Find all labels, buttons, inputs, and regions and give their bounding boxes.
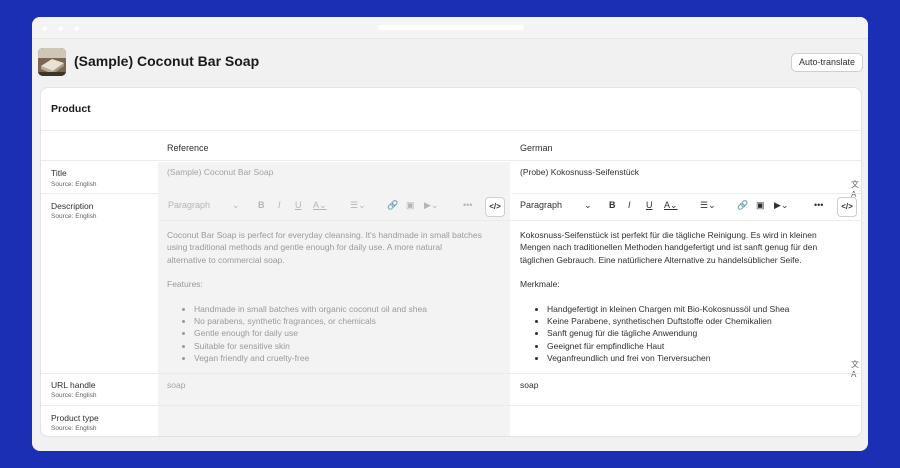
product-type-row-label: Product type xyxy=(51,413,99,423)
card-title: Product xyxy=(51,103,91,115)
description-paragraph: alternative to commercial soap. xyxy=(167,254,285,265)
divider xyxy=(41,405,861,406)
underline-icon: U xyxy=(295,200,302,210)
address-bar[interactable] xyxy=(378,25,524,30)
description-paragraph: using traditional methods and gentle eno… xyxy=(167,242,443,253)
description-row-source: Source: English xyxy=(51,213,97,220)
features-label: Features: xyxy=(167,279,203,290)
list-item[interactable]: Sanft genug für die tägliche Anwendung xyxy=(547,327,860,339)
more-icon: ••• xyxy=(463,200,473,210)
divider xyxy=(41,130,861,131)
screen-background: (Sample) Coconut Bar Soap Auto-translate… xyxy=(0,0,900,468)
reference-toolbar: Paragraph ⌄ B I U A⌄ ☰⌄ 🔗 ▣ ▶⌄ ••• </> xyxy=(158,194,510,220)
more-icon[interactable]: ••• xyxy=(814,200,823,210)
list-item[interactable]: Handgefertigt in kleinen Chargen mit Bio… xyxy=(547,303,860,315)
underline-icon[interactable]: U xyxy=(646,200,653,210)
product-card: Product Reference German Title Source: E… xyxy=(40,87,862,437)
german-title-input[interactable]: (Probe) Kokosnuss-Seifenstück xyxy=(520,167,639,177)
divider xyxy=(41,193,158,194)
german-description-editor[interactable]: Kokosnuss-Seifenstück ist perfekt für di… xyxy=(520,229,860,364)
link-icon: 🔗 xyxy=(387,200,399,210)
description-paragraph: Coconut Bar Soap is perfect for everyday… xyxy=(167,230,482,240)
bold-icon: B xyxy=(258,200,265,210)
description-paragraph[interactable]: Kokosnuss-Seifenstück ist perfekt für di… xyxy=(520,229,860,241)
video-icon: ▶⌄ xyxy=(424,200,439,210)
reference-column-header: Reference xyxy=(167,143,209,153)
link-icon[interactable]: 🔗 xyxy=(737,200,748,211)
product-thumbnail xyxy=(38,48,66,76)
bold-icon[interactable]: B xyxy=(609,200,616,210)
code-view-button: </> xyxy=(485,197,505,217)
image-icon: ▣ xyxy=(406,200,415,210)
auto-translate-button[interactable]: Auto-translate xyxy=(791,53,863,72)
list-item: Suitable for sensitive skin xyxy=(194,340,507,352)
list-item[interactable]: Geeignet für empfindliche Haut xyxy=(547,340,860,352)
window-dot xyxy=(74,26,79,31)
url-handle-row-source: Source: English xyxy=(51,392,97,399)
reference-url-handle-value: soap xyxy=(167,380,186,390)
german-column-header: German xyxy=(520,143,553,153)
features-list: Handgefertigt in kleinen Chargen mit Bio… xyxy=(520,303,860,364)
title-row-source: Source: English xyxy=(51,181,97,188)
list-item: Gentle enough for daily use xyxy=(194,327,507,339)
window-dot xyxy=(42,26,47,31)
chevron-down-icon[interactable]: ⌄ xyxy=(584,200,592,211)
list-item: Handmade in small batches with organic c… xyxy=(194,303,507,315)
list-item[interactable]: Keine Parabene, synthetischen Duftstoffe… xyxy=(547,315,860,327)
align-icon: ☰⌄ xyxy=(350,200,366,210)
image-icon[interactable]: ▣ xyxy=(756,200,765,211)
translate-icon[interactable]: 文A xyxy=(851,359,861,379)
page-title: (Sample) Coconut Bar Soap xyxy=(74,53,260,69)
reference-description-body: Coconut Bar Soap is perfect for everyday… xyxy=(167,229,507,364)
window-dot xyxy=(58,26,63,31)
url-handle-row-label: URL handle xyxy=(51,380,96,390)
divider xyxy=(41,160,861,161)
german-url-handle-input[interactable]: soap xyxy=(520,380,538,390)
list-item: Vegan friendly and cruelty-free xyxy=(194,352,507,364)
reference-title-value: (Sample) Coconut Bar Soap xyxy=(167,167,274,177)
window-titlebar xyxy=(32,17,868,39)
align-icon[interactable]: ☰⌄ xyxy=(700,200,716,211)
features-list: Handmade in small batches with organic c… xyxy=(167,303,507,364)
text-color-icon[interactable]: A⌄ xyxy=(664,200,678,211)
product-type-row-source: Source: English xyxy=(51,425,97,432)
divider xyxy=(41,373,861,374)
german-toolbar: Paragraph ⌄ B I U A⌄ ☰⌄ 🔗 ▣ ▶⌄ ••• </> xyxy=(512,194,861,220)
features-label[interactable]: Merkmale: xyxy=(520,278,860,290)
text-color-icon: A⌄ xyxy=(313,200,327,210)
page-header: (Sample) Coconut Bar Soap Auto-translate xyxy=(32,39,868,85)
list-item[interactable]: Veganfreundlich und frei von Tierversuch… xyxy=(547,352,860,364)
paragraph-select: Paragraph xyxy=(168,200,211,210)
video-icon[interactable]: ▶⌄ xyxy=(774,200,788,211)
description-row-label: Description xyxy=(51,201,94,211)
title-row-label: Title xyxy=(51,168,67,178)
description-paragraph[interactable]: täglichen Gebrauch. Eine natürlichere Al… xyxy=(520,254,860,266)
paragraph-select[interactable]: Paragraph xyxy=(520,200,562,210)
divider xyxy=(158,220,861,221)
description-paragraph[interactable]: Mengen nach traditionellen Methoden hand… xyxy=(520,241,860,253)
browser-window: (Sample) Coconut Bar Soap Auto-translate… xyxy=(32,17,868,451)
list-item: No parabens, synthetic fragrances, or ch… xyxy=(194,315,507,327)
chevron-down-icon: ⌄ xyxy=(232,200,240,210)
italic-icon[interactable]: I xyxy=(628,200,631,210)
italic-icon: I xyxy=(278,200,281,210)
code-view-button[interactable]: </> xyxy=(837,197,857,217)
